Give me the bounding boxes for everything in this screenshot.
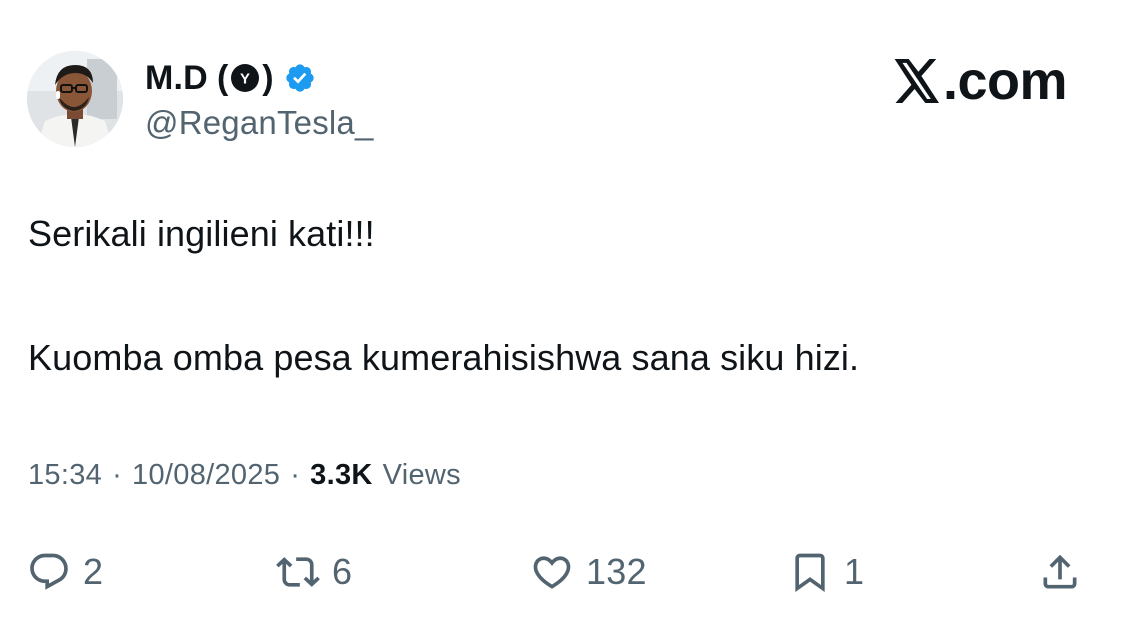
paren-open: ( xyxy=(216,58,229,97)
display-name[interactable]: M.D xyxy=(145,59,208,98)
tweet-time[interactable]: 15:34 xyxy=(28,459,102,492)
tweet-text-line-2: Kuomba omba pesa kumerahisishwa sana sik… xyxy=(28,337,860,378)
bookmark-icon xyxy=(788,550,832,594)
repost-count: 6 xyxy=(332,551,353,592)
views-label: Views xyxy=(382,459,461,491)
action-bar: 2 6 132 1 xyxy=(0,540,1125,604)
reply-icon xyxy=(27,550,71,594)
avatar[interactable] xyxy=(27,51,123,147)
circle-y-badge-icon: Y xyxy=(230,63,260,93)
separator-dot: · xyxy=(112,459,123,491)
name-row: M.D ( Y ) xyxy=(145,58,374,98)
reply-button[interactable]: 2 xyxy=(27,540,103,604)
tweet-date[interactable]: 10/08/2025 xyxy=(132,459,280,492)
x-logo-icon xyxy=(893,59,941,103)
views-count: 3.3K xyxy=(310,459,373,491)
tweet-meta: 15:34 · 10/08/2025 · 3.3K Views xyxy=(28,459,461,492)
bookmark-count: 1 xyxy=(844,551,865,592)
handle[interactable]: @ReganTesla_ xyxy=(145,104,374,142)
brand-logo: .com xyxy=(893,50,1068,112)
reply-count: 2 xyxy=(83,551,104,592)
share-icon xyxy=(1038,550,1082,594)
paren-close: ) xyxy=(262,58,274,97)
heart-icon xyxy=(530,550,574,594)
verified-badge-icon[interactable] xyxy=(284,62,316,94)
tweet-text-line-1: Serikali ingilieni kati!!! xyxy=(28,213,375,254)
share-button[interactable] xyxy=(1038,540,1082,604)
brand-text: .com xyxy=(942,51,1068,111)
like-count: 132 xyxy=(586,551,647,592)
avatar-image xyxy=(27,51,123,147)
repost-button[interactable]: 6 xyxy=(276,540,352,604)
tweet-card: M.D ( Y ) @ReganTesla_ .com Serikali ing… xyxy=(0,0,1125,633)
separator-dot: · xyxy=(290,459,301,491)
bookmark-button[interactable]: 1 xyxy=(788,540,864,604)
like-button[interactable]: 132 xyxy=(530,540,647,604)
author-block: M.D ( Y ) @ReganTesla_ xyxy=(145,58,374,142)
svg-text:Y: Y xyxy=(240,71,250,88)
repost-icon xyxy=(276,550,320,594)
